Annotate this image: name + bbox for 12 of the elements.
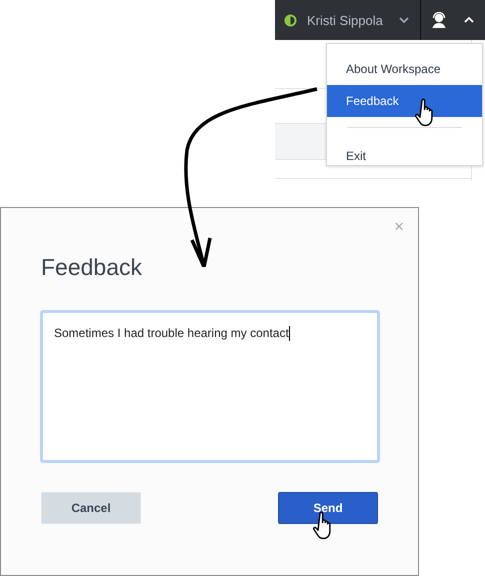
agent-headset-icon[interactable] bbox=[430, 12, 447, 28]
chevron-up-icon[interactable] bbox=[464, 17, 474, 23]
dialog-title: Feedback bbox=[41, 254, 142, 281]
menu-item[interactable]: About Workspace bbox=[327, 53, 482, 85]
menu-item[interactable]: Feedback bbox=[327, 85, 482, 117]
cancel-button[interactable]: Cancel bbox=[41, 492, 141, 524]
menu-item[interactable]: Exit bbox=[327, 140, 482, 172]
message-field[interactable]: Sometimes I had trouble hearing my contact bbox=[40, 310, 380, 463]
status-icon bbox=[284, 14, 297, 26]
chevron-down-icon[interactable] bbox=[398, 17, 409, 23]
user-name[interactable]: Kristi Sippola bbox=[307, 12, 383, 28]
send-button[interactable]: Send bbox=[278, 492, 378, 524]
